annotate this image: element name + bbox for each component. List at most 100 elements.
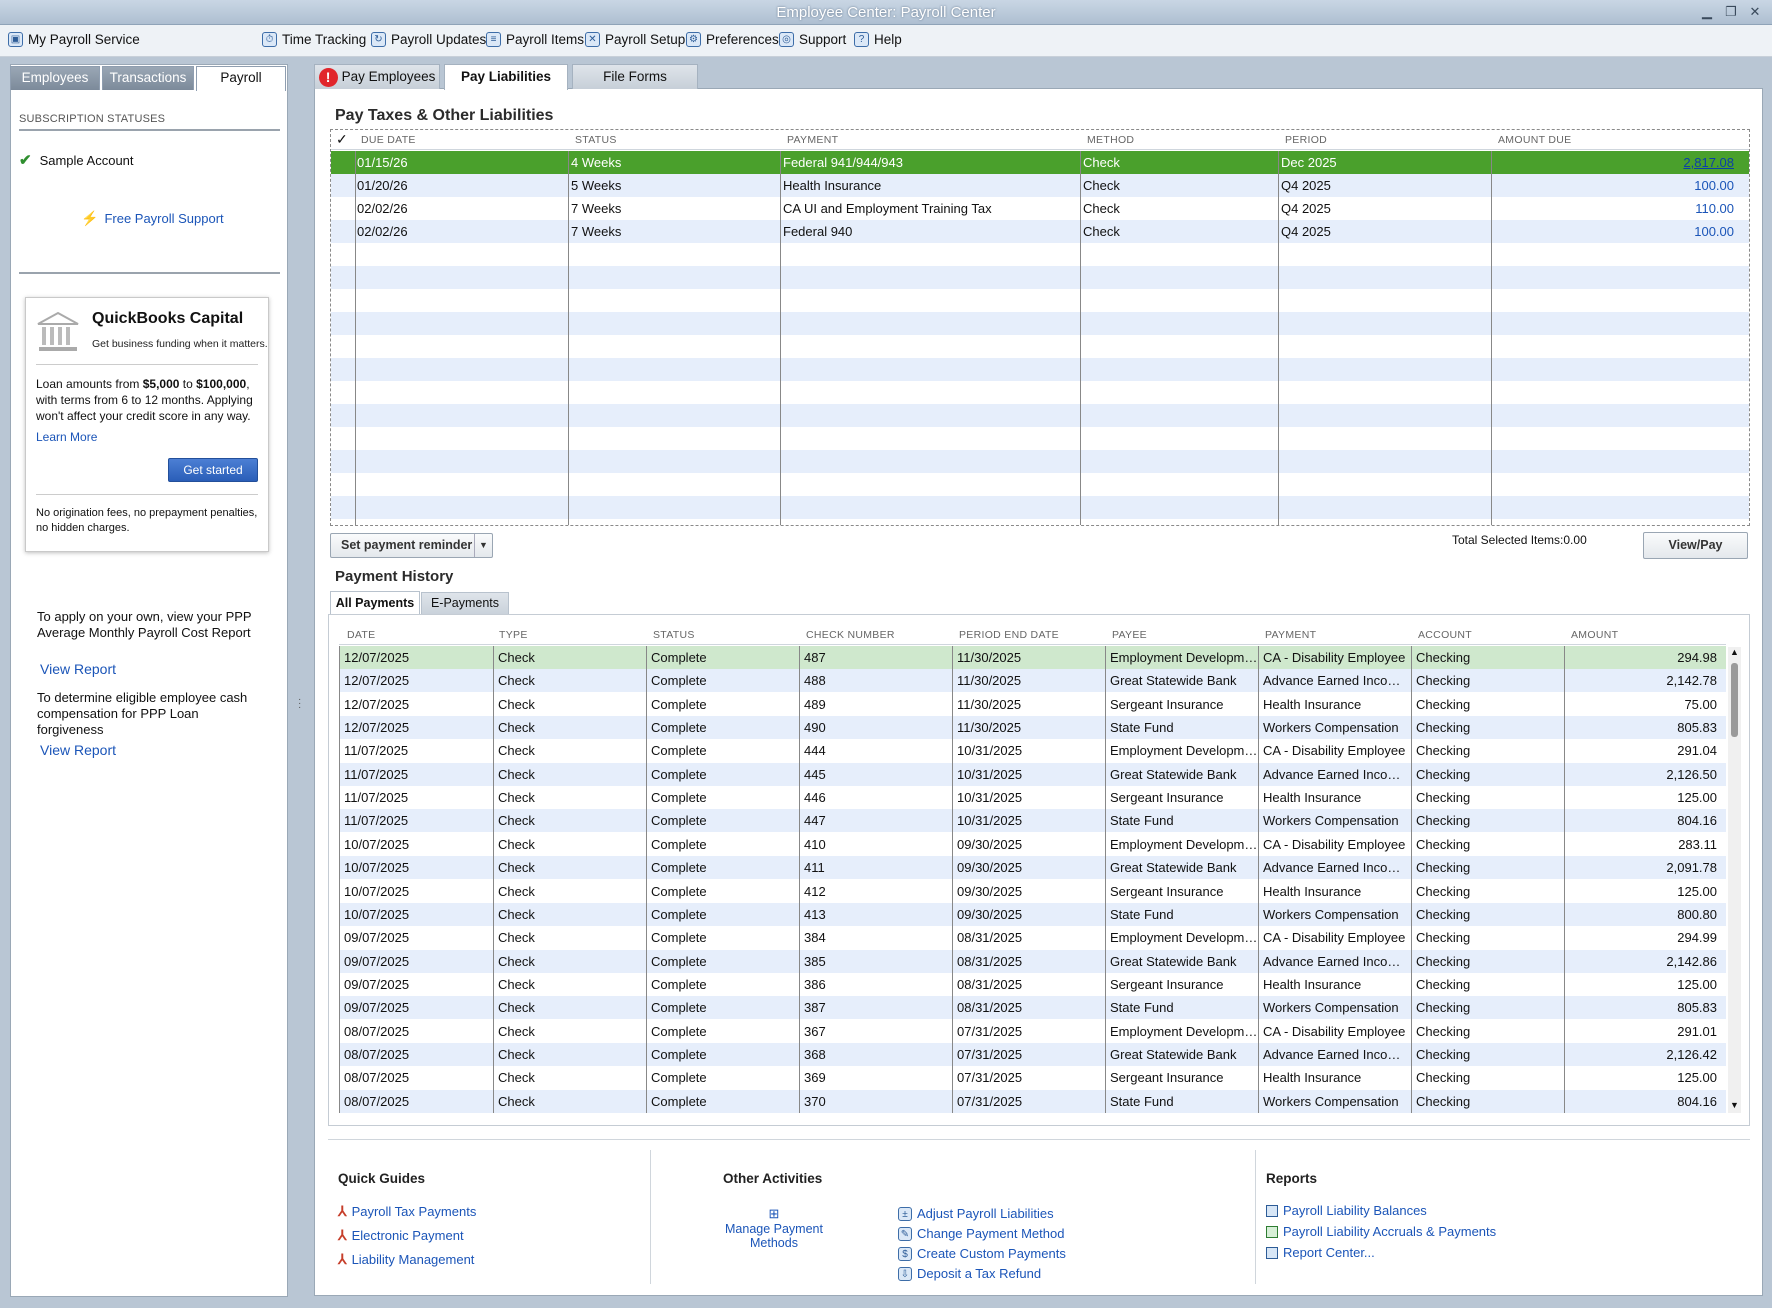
help-button[interactable]: ? Help bbox=[854, 32, 902, 47]
col-period[interactable]: PERIOD bbox=[1285, 134, 1327, 146]
payroll-liability-balances-link[interactable]: Payroll Liability Balances bbox=[1266, 1203, 1496, 1218]
report-center-link[interactable]: Report Center... bbox=[1266, 1245, 1496, 1260]
col-date[interactable]: DATE bbox=[347, 629, 375, 641]
payroll-liability-accruals-link[interactable]: Payroll Liability Accruals & Payments bbox=[1266, 1224, 1496, 1239]
liability-management-link[interactable]: ⅄ Liability Management bbox=[338, 1251, 476, 1268]
chevron-down-icon[interactable]: ▼ bbox=[474, 534, 492, 557]
table-row[interactable]: 11/07/2025 Check Complete 447 10/31/2025 Stat… bbox=[340, 809, 1726, 833]
cell-check-number: 445 bbox=[804, 766, 826, 782]
cell-payment: CA - Disability Employee bbox=[1263, 836, 1406, 852]
col-payment[interactable]: PAYMENT bbox=[1265, 629, 1316, 641]
tab-pay-employees[interactable]: ! Pay Employees bbox=[314, 64, 440, 89]
col-type[interactable]: TYPE bbox=[499, 629, 528, 641]
minimize-icon[interactable]: ▁ bbox=[1696, 3, 1718, 21]
tab-all-payments[interactable]: All Payments bbox=[330, 591, 420, 615]
payroll-tax-payments-link[interactable]: ⅄ Payroll Tax Payments bbox=[338, 1203, 476, 1220]
col-payee[interactable]: PAYEE bbox=[1112, 629, 1147, 641]
create-custom-payments-link[interactable]: $ Create Custom Payments bbox=[898, 1246, 1066, 1261]
cell-check-number: 385 bbox=[804, 953, 826, 969]
cell-check-number: 369 bbox=[804, 1070, 826, 1086]
payroll-updates-button[interactable]: ↻ Payroll Updates bbox=[371, 32, 486, 47]
cell-type: Check bbox=[498, 1000, 535, 1016]
tab-file-forms[interactable]: File Forms bbox=[572, 64, 698, 89]
col-amount-due[interactable]: AMOUNT DUE bbox=[1498, 134, 1571, 146]
col-period-end-date[interactable]: PERIOD END DATE bbox=[959, 629, 1059, 641]
electronic-payment-link[interactable]: ⅄ Electronic Payment bbox=[338, 1227, 476, 1244]
time-tracking-button[interactable]: ⏱ Time Tracking bbox=[262, 32, 366, 47]
cell-amount[interactable]: 2,817.08 bbox=[1494, 151, 1734, 174]
tab-pay-liabilities[interactable]: Pay Liabilities bbox=[444, 64, 568, 90]
cell-date: 11/07/2025 bbox=[344, 743, 409, 759]
table-row[interactable]: 12/07/2025 Check Complete 487 11/30/2025 Empl… bbox=[340, 646, 1726, 669]
empty-row bbox=[331, 450, 1749, 473]
table-row[interactable]: 08/07/2025 Check Complete 368 07/31/2025 Grea… bbox=[340, 1042, 1726, 1066]
view-report-link[interactable]: View Report bbox=[40, 661, 116, 677]
free-payroll-support-link[interactable]: ⚡ Free Payroll Support bbox=[81, 210, 224, 227]
close-icon[interactable]: ✕ bbox=[1744, 3, 1766, 21]
preferences-button[interactable]: ⚙ Preferences bbox=[686, 32, 779, 47]
table-row[interactable]: 08/07/2025 Check Complete 370 07/31/2025 Stat… bbox=[340, 1089, 1726, 1113]
cell-amount[interactable]: 100.00 bbox=[1494, 174, 1734, 197]
learn-more-link[interactable]: Learn More bbox=[36, 430, 97, 444]
table-row[interactable]: 12/07/2025 Check Complete 490 11/30/2025 Stat… bbox=[340, 716, 1726, 740]
vertical-scrollbar[interactable]: ▲ ▼ bbox=[1728, 647, 1741, 1113]
cell-payment: Health Insurance bbox=[1263, 976, 1362, 992]
liability-row[interactable]: 02/02/26 7 Weeks Federal 940 Check Q4 2025 10… bbox=[331, 220, 1749, 243]
scroll-up-icon[interactable]: ▲ bbox=[1728, 647, 1741, 660]
table-row[interactable]: 08/07/2025 Check Complete 367 07/31/2025 Empl… bbox=[340, 1020, 1726, 1043]
scrollbar-thumb[interactable] bbox=[1731, 663, 1738, 737]
table-row[interactable]: 10/07/2025 Check Complete 410 09/30/2025 Empl… bbox=[340, 833, 1726, 856]
table-row[interactable]: 11/07/2025 Check Complete 444 10/31/2025 Empl… bbox=[340, 739, 1726, 762]
tab-transactions[interactable]: Transactions bbox=[102, 66, 194, 90]
cell-amount[interactable]: 110.00 bbox=[1494, 197, 1734, 220]
table-row[interactable]: 11/07/2025 Check Complete 445 10/31/2025 Grea… bbox=[340, 762, 1726, 786]
liability-row[interactable]: 01/20/26 5 Weeks Health Insurance Check Q4 2… bbox=[331, 174, 1749, 197]
liability-row[interactable]: 02/02/26 7 Weeks CA UI and Employment Trai… bbox=[331, 197, 1749, 220]
cell-amount[interactable]: 100.00 bbox=[1494, 220, 1734, 243]
table-row[interactable]: 10/07/2025 Check Complete 412 09/30/2025 Serg… bbox=[340, 880, 1726, 903]
view-report-link[interactable]: View Report bbox=[40, 742, 116, 758]
col-status[interactable]: STATUS bbox=[575, 134, 617, 146]
my-payroll-service-button[interactable]: ▣ My Payroll Service bbox=[8, 32, 140, 47]
table-row[interactable]: 09/07/2025 Check Complete 386 08/31/2025 Serg… bbox=[340, 973, 1726, 996]
col-status[interactable]: STATUS bbox=[653, 629, 695, 641]
table-row[interactable]: 09/07/2025 Check Complete 385 08/31/2025 Grea… bbox=[340, 949, 1726, 973]
change-payment-method-link[interactable]: ✎ Change Payment Method bbox=[898, 1226, 1066, 1241]
view-pay-button[interactable]: View/Pay bbox=[1643, 532, 1748, 559]
support-button[interactable]: ◎ Support bbox=[779, 32, 846, 47]
column-divider bbox=[799, 646, 800, 1113]
cell-payee: Sergeant Insurance bbox=[1110, 696, 1224, 712]
col-account[interactable]: ACCOUNT bbox=[1418, 629, 1472, 641]
table-row[interactable]: 12/07/2025 Check Complete 489 11/30/2025 Serg… bbox=[340, 693, 1726, 716]
table-row[interactable]: 10/07/2025 Check Complete 411 09/30/2025 Grea… bbox=[340, 856, 1726, 880]
cell-status: 7 Weeks bbox=[571, 224, 622, 239]
payroll-setup-button[interactable]: ✕ Payroll Setup bbox=[585, 32, 685, 47]
col-payment[interactable]: PAYMENT bbox=[787, 134, 838, 146]
payroll-items-button[interactable]: ≡ Payroll Items bbox=[486, 32, 584, 47]
deposit-tax-refund-link[interactable]: ⇩ Deposit a Tax Refund bbox=[898, 1266, 1066, 1281]
table-row[interactable]: 08/07/2025 Check Complete 369 07/31/2025 Serg… bbox=[340, 1066, 1726, 1089]
table-row[interactable]: 09/07/2025 Check Complete 384 08/31/2025 Empl… bbox=[340, 926, 1726, 949]
col-method[interactable]: METHOD bbox=[1087, 134, 1134, 146]
set-payment-reminder-button[interactable]: Set payment reminder ▼ bbox=[330, 533, 493, 558]
table-row[interactable]: 09/07/2025 Check Complete 387 08/31/2025 Stat… bbox=[340, 996, 1726, 1020]
table-row[interactable]: 10/07/2025 Check Complete 413 09/30/2025 Stat… bbox=[340, 902, 1726, 926]
cell-method: Check bbox=[1083, 224, 1120, 239]
cell-amount: 804.16 bbox=[1677, 1093, 1717, 1109]
get-started-button[interactable]: Get started bbox=[168, 458, 258, 482]
tab-employees[interactable]: Employees bbox=[10, 66, 100, 90]
manage-payment-methods-link[interactable]: ⊞ Manage Payment Methods bbox=[718, 1206, 830, 1250]
splitter-handle[interactable]: · · · bbox=[298, 695, 301, 713]
scroll-down-icon[interactable]: ▼ bbox=[1728, 1100, 1741, 1113]
col-due-date[interactable]: DUE DATE bbox=[361, 134, 416, 146]
adjust-payroll-liabilities-link[interactable]: ± Adjust Payroll Liabilities bbox=[898, 1206, 1066, 1221]
table-row[interactable]: 11/07/2025 Check Complete 446 10/31/2025 Serg… bbox=[340, 786, 1726, 809]
restore-icon[interactable]: ❐ bbox=[1720, 3, 1742, 21]
table-row[interactable]: 12/07/2025 Check Complete 488 11/30/2025 Grea… bbox=[340, 669, 1726, 693]
tab-payroll[interactable]: Payroll bbox=[196, 66, 286, 91]
liability-row[interactable]: 01/15/26 4 Weeks Federal 941/944/943 Check D… bbox=[331, 151, 1749, 174]
col-amount[interactable]: AMOUNT bbox=[1571, 629, 1618, 641]
select-all-checkbox[interactable]: ✓ bbox=[336, 131, 348, 148]
col-check-number[interactable]: CHECK NUMBER bbox=[806, 629, 895, 641]
tab-e-payments[interactable]: E-Payments bbox=[421, 592, 509, 615]
